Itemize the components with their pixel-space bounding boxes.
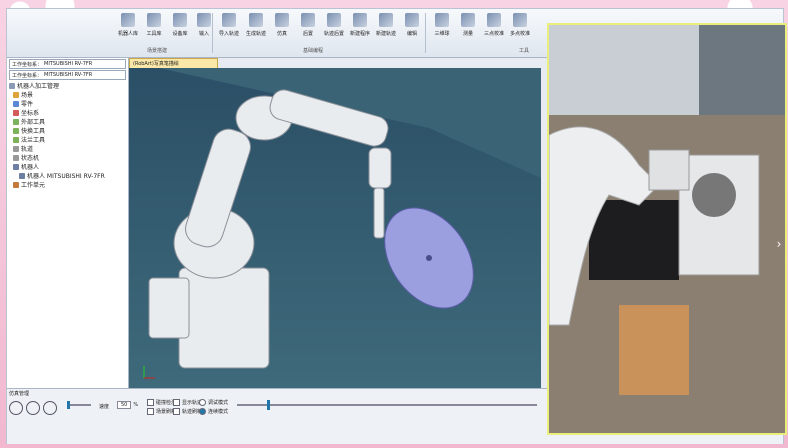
tree-item[interactable]: 零件 bbox=[7, 99, 128, 108]
scene-tree: 机器人加工管理 场景 零件 坐标系 外部工具 快换工具 法兰工具 轨道 状态机 … bbox=[7, 81, 128, 189]
tree-item[interactable]: 状态机 bbox=[7, 153, 128, 162]
import-button[interactable]: 输入 bbox=[191, 13, 217, 45]
edit-icon bbox=[405, 13, 419, 27]
tree-item[interactable]: 外部工具 bbox=[7, 117, 128, 126]
edit-button[interactable]: 编辑 bbox=[399, 13, 425, 45]
sim-controls bbox=[9, 401, 60, 415]
video-overlay: › bbox=[547, 23, 787, 435]
slider-thumb[interactable] bbox=[67, 401, 70, 409]
flange-tool-icon bbox=[13, 136, 19, 143]
group-label-basic: 基础编程 bbox=[303, 48, 324, 54]
tree-item[interactable]: 机器人 bbox=[7, 162, 128, 171]
disc-hole bbox=[426, 255, 432, 261]
external-tool-icon bbox=[13, 118, 19, 125]
coordinate-select-1[interactable]: 工作坐标系： MITSUBISHI RV-7FR bbox=[9, 59, 126, 69]
robot-wrist bbox=[368, 147, 392, 189]
new-track-button[interactable]: 新建轨迹 bbox=[373, 13, 399, 45]
tree-item[interactable]: 场景 bbox=[7, 90, 128, 99]
folder-icon bbox=[9, 82, 15, 89]
ribbon-separator bbox=[425, 13, 426, 53]
robot-library-button[interactable]: 机器人库 bbox=[115, 13, 141, 45]
multi-point-icon bbox=[513, 13, 527, 27]
play-icon[interactable] bbox=[26, 401, 40, 415]
state-machine-icon bbox=[13, 154, 19, 161]
robot-tool bbox=[373, 187, 385, 239]
grinder-wheel bbox=[692, 173, 736, 217]
track-post-icon bbox=[327, 13, 341, 27]
tool-library-button[interactable]: 工具库 bbox=[141, 13, 167, 45]
continuous-mode-radio[interactable]: 连续模式 bbox=[199, 408, 228, 415]
measure-button[interactable]: 测量 bbox=[455, 13, 481, 45]
debug-mode-radio[interactable]: 调试模式 bbox=[199, 399, 228, 406]
tree-item[interactable]: 坐标系 bbox=[7, 108, 128, 117]
three-point-icon bbox=[487, 13, 501, 27]
collision-check[interactable]: 碰撞检测 bbox=[147, 399, 176, 406]
3d-viewport[interactable] bbox=[129, 68, 541, 388]
post-button[interactable]: 后置 bbox=[295, 13, 321, 45]
speed-input[interactable]: 50 % bbox=[117, 401, 138, 409]
progress-thumb[interactable] bbox=[267, 400, 270, 410]
axis-icon bbox=[13, 109, 19, 116]
simulation-panel-title: 仿真管理 bbox=[9, 391, 30, 397]
measure-icon bbox=[461, 13, 475, 27]
next-arrow-icon[interactable]: › bbox=[773, 235, 785, 253]
tree-item[interactable]: 法兰工具 bbox=[7, 135, 128, 144]
import-track-icon bbox=[222, 13, 236, 27]
3d-ball-button[interactable]: 三维球 bbox=[429, 13, 455, 45]
simulation-icon bbox=[275, 13, 289, 27]
generate-track-button[interactable]: 生成轨迹 bbox=[243, 13, 269, 45]
new-program-icon bbox=[353, 13, 367, 27]
new-track-icon bbox=[379, 13, 393, 27]
scene-refresh-check[interactable]: 场景刷新 bbox=[147, 408, 176, 415]
group-label-tools: 工具 bbox=[519, 48, 530, 54]
left-panel: 工作坐标系： MITSUBISHI RV-7FR 工作坐标系： MITSUBIS… bbox=[7, 58, 129, 388]
scene-icon bbox=[13, 91, 19, 98]
tree-item[interactable]: 工作单元 bbox=[7, 180, 128, 189]
tree-item[interactable]: 机器人加工管理 bbox=[7, 81, 128, 90]
work-unit-icon bbox=[13, 181, 19, 188]
import-icon bbox=[197, 13, 211, 27]
robot-gripper bbox=[648, 149, 690, 191]
track-refresh-check[interactable]: 轨迹刷新 bbox=[173, 408, 202, 415]
ribbon-separator bbox=[212, 13, 213, 53]
step-icon[interactable] bbox=[43, 401, 57, 415]
part-icon bbox=[13, 100, 19, 107]
group-label-scene: 场景搭建 bbox=[147, 48, 168, 54]
software-window: 机器人库 工具库 设备库 输入 导入轨迹 生成轨迹 仿真 后置 轨迹后置 新建程… bbox=[6, 8, 787, 444]
speed-slider[interactable] bbox=[67, 401, 91, 409]
three-point-calib-button[interactable]: 三点校准 bbox=[481, 13, 507, 45]
track-post-button[interactable]: 轨迹后置 bbox=[321, 13, 347, 45]
robot-icon bbox=[13, 163, 19, 170]
import-track-button[interactable]: 导入轨迹 bbox=[216, 13, 242, 45]
tree-item[interactable]: 快换工具 bbox=[7, 126, 128, 135]
window-glass bbox=[699, 25, 785, 115]
3d-ball-icon bbox=[435, 13, 449, 27]
3d-scene bbox=[143, 68, 541, 379]
black-cabinet bbox=[589, 200, 679, 280]
robot-icon bbox=[19, 172, 25, 179]
workshop-video bbox=[549, 25, 785, 433]
progress-slider[interactable] bbox=[237, 400, 537, 410]
robot-icon bbox=[121, 13, 135, 27]
post-icon bbox=[301, 13, 315, 27]
cardboard-box bbox=[619, 305, 689, 395]
show-track-check[interactable]: 显示轨迹 bbox=[173, 399, 202, 406]
tree-item[interactable]: 轨道 bbox=[7, 144, 128, 153]
robot-base bbox=[178, 267, 270, 369]
robot-arm bbox=[148, 89, 392, 369]
simulation-button[interactable]: 仿真 bbox=[269, 13, 295, 45]
device-icon bbox=[173, 13, 187, 27]
quick-change-icon bbox=[13, 127, 19, 134]
coordinate-select-2[interactable]: 工作坐标系： MITSUBISHI RV-7FR bbox=[9, 70, 126, 80]
generate-track-icon bbox=[249, 13, 263, 27]
multi-point-calib-button[interactable]: 多点校准 bbox=[507, 13, 533, 45]
tool-icon bbox=[147, 13, 161, 27]
rail-icon bbox=[13, 145, 19, 152]
device-library-button[interactable]: 设备库 bbox=[167, 13, 193, 45]
robot-motor bbox=[148, 277, 190, 339]
reset-icon[interactable] bbox=[9, 401, 23, 415]
tree-item[interactable]: 机器人 MITSUBISHI RV-7FR bbox=[7, 171, 128, 180]
new-program-button[interactable]: 新建程序 bbox=[347, 13, 373, 45]
speed-label: 速度 bbox=[99, 404, 110, 410]
